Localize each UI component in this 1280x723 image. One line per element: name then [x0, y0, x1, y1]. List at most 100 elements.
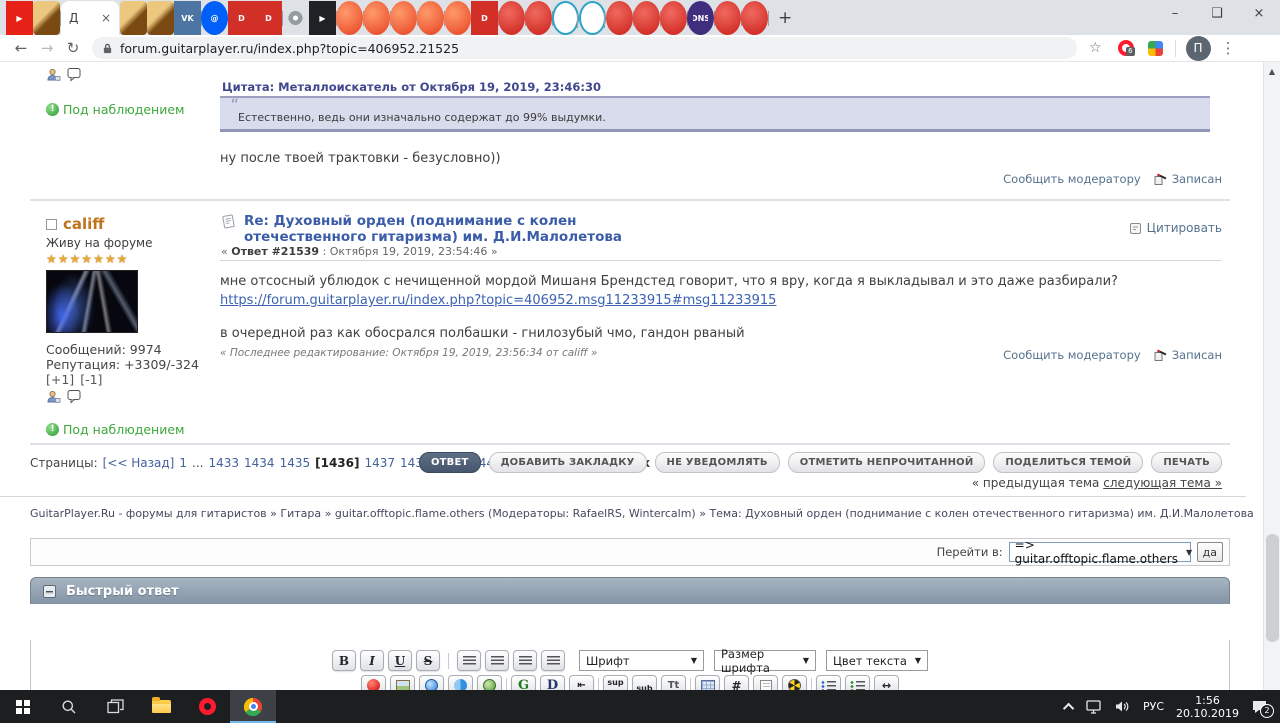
tray-expand-chevron-icon[interactable] [1062, 702, 1075, 714]
browser-tab[interactable]: DNS [687, 1, 715, 35]
format-button[interactable]: I [360, 650, 384, 671]
insert-button[interactable] [477, 675, 502, 690]
url-text[interactable]: forum.guitarplayer.ru/index.php?topic=40… [120, 41, 459, 56]
format-button[interactable]: B [332, 650, 356, 671]
profile-avatar[interactable]: П [1185, 35, 1211, 61]
pm-bubble-icon[interactable] [67, 67, 82, 82]
chrome-menu-icon[interactable]: ⋮ [1221, 39, 1236, 57]
align-button[interactable] [457, 650, 481, 671]
browser-tab[interactable] [417, 1, 445, 35]
insert-button[interactable] [753, 675, 778, 690]
insert-button[interactable] [448, 675, 473, 690]
browser-tab[interactable] [120, 1, 148, 35]
start-button[interactable] [0, 690, 46, 723]
network-icon[interactable] [1086, 699, 1103, 714]
insert-button[interactable] [361, 675, 386, 690]
karma-minus-link[interactable]: [-1] [80, 372, 102, 387]
browser-tab[interactable]: э [579, 1, 606, 35]
scrollbar-up-arrow[interactable]: ▲ [1264, 62, 1280, 76]
browser-tab[interactable]: э [552, 1, 579, 35]
chrome-taskbar-button[interactable] [230, 690, 276, 723]
speaker-icon[interactable] [1115, 700, 1131, 713]
bookmark-star-icon[interactable]: ☆ [1089, 40, 1102, 56]
insert-button[interactable]: Tt [661, 675, 686, 690]
profile-icon[interactable] [46, 390, 61, 404]
opera-taskbar-button[interactable] [184, 690, 230, 723]
browser-tab[interactable] [336, 1, 364, 35]
tab-close-icon[interactable]: × [101, 11, 111, 25]
page-number-link[interactable]: 1435 [280, 456, 311, 470]
pm-bubble-icon[interactable] [67, 389, 82, 404]
reload-button[interactable]: ↻ [60, 39, 86, 57]
insert-button[interactable] [811, 677, 812, 690]
insert-button[interactable] [782, 675, 807, 690]
jump-board-select[interactable]: => guitar.offtopic.flame.others ▼ [1008, 538, 1192, 566]
topic-action-button[interactable]: ДОБАВИТЬ ЗАКЛАДКУ [488, 452, 647, 473]
report-moderator-link[interactable]: Сообщить модератору [1003, 172, 1141, 186]
task-view-button[interactable] [92, 690, 138, 723]
topic-action-button[interactable]: НЕ УВЕДОМЛЯТЬ [654, 452, 780, 473]
address-bar[interactable]: forum.guitarplayer.ru/index.php?topic=40… [92, 37, 1077, 59]
topic-action-button[interactable]: ОТМЕТИТЬ НЕПРОЧИТАННОЙ [787, 452, 986, 473]
insert-button[interactable]: # [724, 675, 749, 690]
insert-button[interactable]: sub [632, 675, 657, 690]
topic-action-button[interactable]: ОТВЕТ [418, 452, 481, 473]
browser-tab[interactable] [498, 1, 526, 35]
insert-button[interactable]: ↔ [874, 675, 899, 690]
format-select[interactable]: Цвет текста ▼ [826, 650, 928, 671]
page-number-link[interactable]: 1437 [364, 456, 395, 470]
taskbar-clock[interactable]: 1:56 20.10.2019 [1176, 694, 1239, 720]
page-number-link[interactable]: 1434 [244, 456, 275, 470]
browser-tab[interactable]: D [228, 1, 256, 35]
report-moderator-link[interactable]: Сообщить модератору [1003, 348, 1141, 362]
browser-tab[interactable]: VK [174, 1, 202, 35]
insert-button[interactable] [598, 677, 599, 690]
insert-button[interactable]: ⇤ [569, 675, 594, 690]
collapse-icon[interactable]: − [43, 584, 56, 598]
align-button[interactable] [485, 650, 509, 671]
back-button[interactable]: ← [8, 39, 34, 57]
browser-tab[interactable]: D [255, 1, 283, 35]
language-indicator[interactable]: РУС [1143, 700, 1164, 713]
insert-button[interactable] [390, 675, 415, 690]
insert-button[interactable] [690, 677, 691, 690]
scrollbar-thumb[interactable] [1266, 534, 1279, 642]
quote-button[interactable]: Цитировать [1129, 221, 1222, 235]
topic-action-button[interactable]: ПЕЧАТЬ [1151, 452, 1222, 473]
topic-action-button[interactable]: ПОДЕЛИТЬСЯ ТЕМОЙ [993, 452, 1144, 473]
maximize-button[interactable]: ❑ [1196, 0, 1238, 30]
insert-button[interactable] [816, 675, 841, 690]
format-select[interactable]: Шрифт ▼ [579, 650, 704, 671]
insert-button[interactable] [845, 675, 870, 690]
browser-tab[interactable]: ▶ [6, 1, 34, 35]
previous-topic-link[interactable]: « предыдущая тема [972, 476, 1103, 490]
minimize-button[interactable]: – [1154, 0, 1196, 30]
browser-tab[interactable] [444, 1, 472, 35]
insert-button[interactable] [506, 677, 507, 690]
insert-button[interactable]: D [540, 675, 565, 690]
browser-tab[interactable] [741, 1, 769, 35]
insert-button[interactable] [419, 675, 444, 690]
browser-tab[interactable]: ▶ [309, 1, 337, 35]
insert-button[interactable]: sup [603, 675, 628, 690]
browser-tab[interactable] [282, 1, 310, 35]
post-select-checkbox[interactable] [46, 218, 57, 230]
browser-tab[interactable] [633, 1, 661, 35]
browser-tab[interactable] [660, 1, 688, 35]
format-select[interactable]: Размер шрифта ▼ [714, 647, 816, 675]
browser-tab[interactable] [390, 1, 418, 35]
browser-tab[interactable] [606, 1, 634, 35]
browser-tab[interactable] [147, 1, 175, 35]
karma-plus-link[interactable]: [+1] [46, 372, 74, 387]
align-button[interactable] [513, 650, 537, 671]
quick-reply-header[interactable]: − Быстрый ответ [30, 577, 1230, 604]
align-button[interactable] [541, 650, 565, 671]
post-message-link[interactable]: https://forum.guitarplayer.ru/index.php?… [220, 293, 776, 308]
page-scrollbar[interactable]: ▲ [1263, 62, 1280, 690]
page-number-link[interactable]: 1 [179, 456, 187, 470]
insert-button[interactable]: G [511, 675, 536, 690]
page-number-link[interactable]: [1436] [315, 456, 359, 470]
insert-button[interactable] [695, 675, 720, 690]
browser-tab[interactable]: @ [201, 1, 229, 35]
taskbar-search-button[interactable] [46, 690, 92, 723]
